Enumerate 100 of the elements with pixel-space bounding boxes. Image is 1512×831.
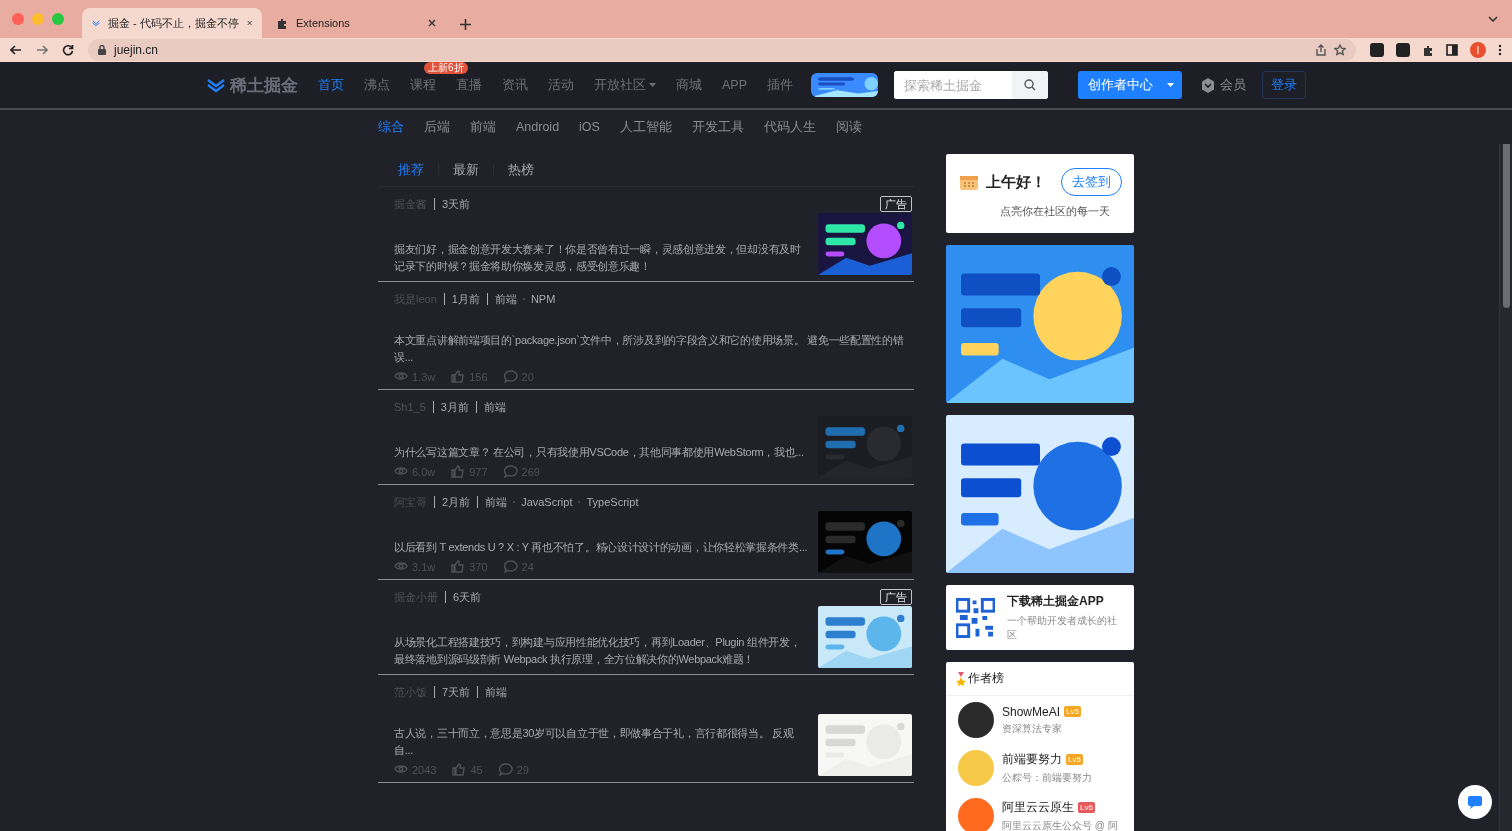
level-badge: Lv5 bbox=[1064, 706, 1081, 717]
comment-icon[interactable] bbox=[503, 560, 518, 573]
check-in-button[interactable]: 去签到 bbox=[1061, 168, 1122, 196]
category-tab[interactable]: iOS bbox=[579, 120, 600, 134]
nav-link[interactable]: 商城 bbox=[676, 76, 702, 94]
view-icon[interactable] bbox=[394, 465, 408, 478]
greeting-subtitle: 点亮你在社区的每一天 bbox=[999, 204, 1111, 219]
search-bar[interactable]: 探索稀土掘金 bbox=[894, 71, 1049, 99]
nav-link[interactable]: 直播 bbox=[456, 76, 482, 94]
article-abstract[interactable]: 本文重点讲解前端项目的`package.json`文件中，所涉及到的字段含义和它的使用场景。 避免一些配置性的错误... bbox=[394, 332, 912, 366]
category-tag[interactable]: 前端 bbox=[483, 399, 506, 415]
category-tab[interactable]: 后端 bbox=[424, 118, 450, 136]
author-description: 阿里云云原生公众号 @ 阿 bbox=[1002, 819, 1118, 831]
chevron-down-icon[interactable] bbox=[1488, 16, 1498, 22]
view-icon[interactable] bbox=[394, 763, 408, 776]
nav-link[interactable]: 沸点 bbox=[364, 76, 390, 94]
category-tag[interactable]: 前端 bbox=[485, 494, 508, 510]
article-abstract[interactable]: 以后看到 T extends U ? X : Y 再也不怕了。精心设计设计的动画，让你轻松掌握条件类... bbox=[394, 539, 810, 556]
article-abstract[interactable]: 从场景化工程搭建技巧，到构建与应用性能优化技巧，再到Loader、Plugin 组件开发，最终落地到源码级剖析 Webpack 执行原理，全方位解决你的Webpack难题！ bbox=[394, 634, 810, 668]
calendar-icon bbox=[960, 174, 978, 190]
comment-icon[interactable] bbox=[503, 465, 518, 478]
author-description: 资深算法专家 bbox=[1002, 721, 1063, 736]
like-icon[interactable] bbox=[452, 763, 467, 776]
avatar[interactable] bbox=[958, 702, 994, 738]
category-tab[interactable]: 综合 bbox=[378, 118, 404, 136]
category-tab[interactable]: 开发工具 bbox=[691, 118, 744, 136]
browser-tab[interactable]: Extensions bbox=[266, 8, 446, 38]
category-tab[interactable]: 代码人生 bbox=[763, 118, 816, 136]
greeting-title: 上午好！ bbox=[986, 172, 1047, 192]
category-tab[interactable]: Android bbox=[516, 120, 560, 134]
article-tag[interactable]: NPM bbox=[530, 293, 556, 305]
more-icon[interactable] bbox=[1498, 44, 1502, 56]
new-tab-icon[interactable] bbox=[460, 19, 471, 30]
article-abstract[interactable]: 为什么写这篇文章？ 在公司，只有我使用VSCode，其他同事都使用WebStorm，我也... bbox=[394, 444, 810, 461]
like-icon[interactable] bbox=[451, 465, 466, 478]
sidebar-icon[interactable] bbox=[1446, 44, 1458, 56]
article-tag[interactable]: JavaScript bbox=[521, 496, 573, 508]
category-tab[interactable]: 阅读 bbox=[835, 118, 862, 136]
medal-icon bbox=[956, 671, 966, 686]
post-time: 2月前 bbox=[442, 494, 471, 510]
view-icon[interactable] bbox=[394, 370, 408, 383]
category-tab[interactable]: 前端 bbox=[470, 118, 496, 136]
chevron-logo-icon[interactable] bbox=[206, 77, 226, 93]
ad-badge: 广告 bbox=[880, 196, 912, 212]
nav-link[interactable]: 插件 bbox=[767, 76, 793, 94]
article-tag[interactable]: TypeScript bbox=[586, 496, 639, 508]
like-icon[interactable] bbox=[451, 560, 466, 573]
level-badge: Lv6 bbox=[1078, 802, 1095, 813]
puzzle-icon bbox=[276, 17, 288, 29]
comment-icon[interactable] bbox=[503, 370, 518, 383]
nav-link[interactable]: 开放社区 bbox=[594, 76, 656, 94]
post-time: 1月前 bbox=[451, 291, 480, 307]
lock-icon bbox=[98, 45, 106, 55]
extension-icon[interactable] bbox=[1396, 43, 1410, 57]
back-icon[interactable] bbox=[10, 44, 22, 56]
search-button[interactable] bbox=[1012, 71, 1049, 99]
view-icon[interactable] bbox=[394, 560, 408, 573]
nav-link[interactable]: 课程 bbox=[410, 76, 436, 94]
feed-tab[interactable]: 最新 bbox=[453, 161, 479, 179]
site-logo[interactable]: 稀土掘金 bbox=[230, 73, 298, 97]
post-time: 3月前 bbox=[440, 399, 469, 415]
nav-link[interactable]: 活动 bbox=[548, 76, 574, 94]
post-time: 3天前 bbox=[442, 196, 471, 212]
close-icon[interactable] bbox=[428, 19, 436, 27]
category-tag[interactable]: 前端 bbox=[485, 684, 508, 700]
forward-icon[interactable] bbox=[36, 44, 48, 56]
search-icon bbox=[1024, 79, 1037, 91]
puzzle-icon[interactable] bbox=[1422, 44, 1434, 56]
member-link[interactable]: 会员 bbox=[1220, 76, 1247, 94]
browser-tab[interactable]: 掘金 - 代码不止，掘金不停 bbox=[82, 8, 262, 38]
author-name[interactable]: 前端要努力 bbox=[1002, 751, 1062, 768]
category-tag[interactable]: 前端 bbox=[494, 291, 517, 307]
floating-button[interactable] bbox=[1458, 785, 1492, 819]
login-button[interactable]: 登录 bbox=[1262, 71, 1306, 99]
author-name[interactable]: ShowMeAI bbox=[1002, 704, 1061, 719]
extension-icon[interactable] bbox=[1370, 43, 1384, 57]
nav-link[interactable]: 首页 bbox=[318, 76, 344, 94]
nav-link[interactable]: 资讯 bbox=[502, 76, 528, 94]
creator-center-button[interactable]: 创作者中心 bbox=[1078, 71, 1183, 99]
share-icon[interactable] bbox=[1316, 44, 1326, 56]
profile-avatar[interactable]: I bbox=[1470, 42, 1486, 58]
reload-icon[interactable] bbox=[62, 44, 74, 56]
chevron-logo-icon bbox=[92, 18, 100, 28]
like-icon[interactable] bbox=[451, 370, 466, 383]
author-rank-title: 作者榜 bbox=[968, 670, 1004, 687]
shield-icon[interactable] bbox=[1200, 76, 1217, 94]
caret-down-icon bbox=[649, 83, 656, 87]
star-icon[interactable] bbox=[1334, 44, 1346, 56]
feed-tab[interactable]: 推荐 bbox=[398, 161, 424, 179]
feed-tab[interactable]: 热榜 bbox=[508, 161, 534, 179]
comment-icon[interactable] bbox=[498, 763, 513, 776]
author-name[interactable]: 阿里云云原生 bbox=[1002, 799, 1074, 816]
nav-link[interactable]: APP bbox=[722, 76, 747, 94]
address-field[interactable]: juejin.cn bbox=[88, 39, 1356, 61]
app-download-title[interactable]: 下载稀土掘金APP bbox=[1007, 593, 1124, 610]
article-abstract[interactable]: 古人说，三十而立，意思是30岁可以自立于世，即做事合于礼，言行都很得当。 反观自... bbox=[394, 725, 810, 759]
ad-badge: 广告 bbox=[880, 589, 912, 605]
category-tab[interactable]: 人工智能 bbox=[619, 118, 672, 136]
close-icon[interactable] bbox=[246, 19, 252, 27]
article-abstract[interactable]: 掘友们好，掘金创意开发大赛来了！你是否曾有过一瞬，灵感创意迸发，但却没有及时记录下的时候？掘金将助你焕发灵感，感受创意乐趣！ bbox=[394, 241, 810, 275]
